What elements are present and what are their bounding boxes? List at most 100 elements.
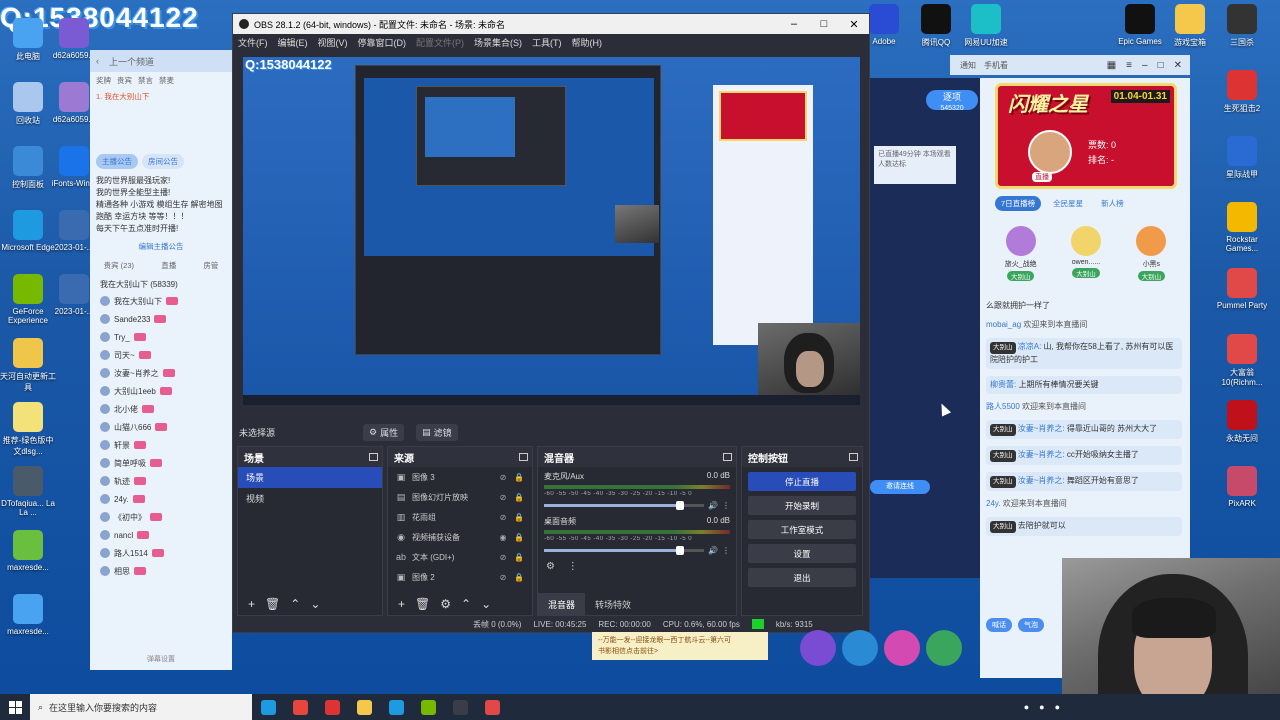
- source-item[interactable]: ▤ 图像幻灯片放映 ⊘ 🔒: [388, 487, 532, 507]
- tab-vip[interactable]: 贵宾 (23): [104, 260, 134, 271]
- viewer-row[interactable]: 北小佬: [90, 400, 232, 418]
- gift-item[interactable]: [926, 630, 962, 666]
- minimize-icon[interactable]: –: [1142, 60, 1148, 71]
- menu-icon[interactable]: ⋮: [722, 546, 730, 555]
- taskbar-app[interactable]: [412, 694, 444, 720]
- obs-minimize-icon[interactable]: –: [779, 18, 809, 31]
- viewer-row[interactable]: 山猫八666: [90, 418, 232, 436]
- desktop-icon[interactable]: Epic Games: [1112, 4, 1168, 46]
- volume-slider[interactable]: 🔊 ⋮: [544, 500, 730, 510]
- menu-icon[interactable]: ⋮: [722, 501, 730, 510]
- desktop-icon[interactable]: 推荐-绿色版中文dlsg...: [0, 402, 56, 457]
- gift-item[interactable]: [884, 630, 920, 666]
- scene-item[interactable]: 场景: [238, 467, 382, 488]
- podium-entry[interactable]: 小黑s 大别山: [1124, 226, 1178, 296]
- source-item[interactable]: ▣ 图像 3 ⊘ 🔒: [388, 467, 532, 487]
- eye-icon[interactable]: ⊘: [498, 473, 508, 482]
- bubble-button[interactable]: 气泡: [1018, 618, 1044, 632]
- trash-icon[interactable]: 🗑: [415, 597, 430, 611]
- source-item[interactable]: ▣ 图像 2 ⊘ 🔒: [388, 567, 532, 587]
- lock-icon[interactable]: 🔒: [514, 553, 524, 562]
- eye-icon[interactable]: ◉: [498, 533, 508, 542]
- viewer-row[interactable]: Sande233: [90, 310, 232, 328]
- viewer-row[interactable]: 轩景: [90, 436, 232, 454]
- popout-icon[interactable]: [723, 453, 732, 461]
- desktop-icon[interactable]: maxresde...: [0, 530, 56, 572]
- tab-room-notice[interactable]: 房间公告: [142, 154, 184, 169]
- taskbar-app[interactable]: [252, 694, 284, 720]
- lock-icon[interactable]: 🔒: [514, 473, 524, 482]
- desktop-icon[interactable]: Pummel Party: [1214, 268, 1270, 310]
- source-item[interactable]: ab 文本 (GDI+) ⊘ 🔒: [388, 547, 532, 567]
- tab-all-stars[interactable]: 全民星星: [1047, 196, 1089, 211]
- desktop-icon[interactable]: Rockstar Games...: [1214, 202, 1270, 253]
- properties-button[interactable]: ⚙ 属性: [363, 423, 405, 441]
- up-icon[interactable]: ⌃: [290, 597, 300, 611]
- desktop-icon[interactable]: PixARK: [1214, 466, 1270, 508]
- chat-user[interactable]: 汝妻~肖养之:: [1018, 476, 1065, 485]
- obs-menu-item[interactable]: 视图(V): [318, 36, 348, 49]
- viewer-row[interactable]: 简单呼吸: [90, 454, 232, 472]
- slider-knob[interactable]: [676, 545, 685, 555]
- invite-link-button[interactable]: 邀请连线: [870, 480, 930, 494]
- lock-icon[interactable]: 🔒: [514, 573, 524, 582]
- nav-vip[interactable]: 贵宾: [117, 75, 132, 86]
- mixer-menu-icon[interactable]: ⋮: [568, 561, 578, 572]
- up-icon[interactable]: ⌃: [461, 597, 471, 611]
- tray-icon[interactable]: ●: [1055, 702, 1060, 712]
- obs-menu-item[interactable]: 配置文件(P): [416, 36, 464, 49]
- chat-user[interactable]: 24y.: [986, 499, 1001, 508]
- chat-user[interactable]: 凉凉A:: [1018, 342, 1042, 351]
- desktop-icon[interactable]: maxresde...: [0, 594, 56, 636]
- volume-slider[interactable]: 🔊 ⋮: [544, 545, 730, 555]
- podium-entry[interactable]: owen...... 大别山: [1059, 226, 1113, 296]
- lock-icon[interactable]: 🔒: [514, 493, 524, 502]
- gift-item[interactable]: [800, 630, 836, 666]
- obs-maximize-icon[interactable]: □: [809, 18, 839, 31]
- back-icon[interactable]: ‹: [96, 56, 99, 66]
- popout-icon[interactable]: [519, 453, 528, 461]
- desktop-icon[interactable]: 腾讯QQ: [908, 4, 964, 48]
- settings-button[interactable]: 设置: [748, 544, 856, 563]
- eye-icon[interactable]: ⊘: [498, 553, 508, 562]
- viewer-row[interactable]: 汝妻~肖养之: [90, 364, 232, 382]
- obs-menu-item[interactable]: 工具(T): [532, 36, 562, 49]
- tray-icon[interactable]: ●: [1039, 702, 1044, 712]
- chat-user[interactable]: 汝妻~肖养之:: [1018, 450, 1065, 459]
- chat-user[interactable]: 汝妻~肖养之:: [1018, 424, 1065, 433]
- exit-button[interactable]: 退出: [748, 568, 856, 587]
- tab-anchor-notice[interactable]: 主播公告: [96, 154, 138, 169]
- danmu-settings-link[interactable]: 弹幕设置: [90, 654, 232, 664]
- desktop-icon[interactable]: 星际战甲: [1214, 136, 1270, 180]
- desktop-icon[interactable]: 三国杀: [1214, 4, 1270, 48]
- speaker-icon[interactable]: 🔊: [708, 546, 718, 555]
- follow-button[interactable]: 逐项 545320: [926, 90, 978, 112]
- maximize-icon[interactable]: □: [1158, 60, 1164, 71]
- desktop-icon[interactable]: 游戏宝箱: [1162, 4, 1218, 48]
- notify-button[interactable]: 通知: [960, 60, 976, 71]
- taskbar-app[interactable]: [348, 694, 380, 720]
- tray-icon[interactable]: ●: [1024, 702, 1029, 712]
- obs-menu-item[interactable]: 帮助(H): [572, 36, 603, 49]
- eye-icon[interactable]: ⊘: [498, 493, 508, 502]
- eye-icon[interactable]: ⊘: [498, 513, 508, 522]
- obs-menu-item[interactable]: 停靠窗口(D): [358, 36, 407, 49]
- start-record-button[interactable]: 开始录制: [748, 496, 856, 515]
- taskbar-search[interactable]: ⌕ 在这里输入你要搜索的内容: [30, 694, 252, 720]
- obs-menu-item[interactable]: 场景集合(S): [474, 36, 522, 49]
- tab-admin[interactable]: 房管: [203, 260, 218, 271]
- stop-stream-button[interactable]: 停止直播: [748, 472, 856, 491]
- source-item[interactable]: ▥ 花雨组 ⊘ 🔒: [388, 507, 532, 527]
- chat-user[interactable]: 路人5500: [986, 402, 1020, 411]
- taskbar-app[interactable]: [476, 694, 508, 720]
- tab-newbie-rank[interactable]: 新人榜: [1095, 196, 1130, 211]
- podium-entry[interactable]: 旅火_战绝 大别山: [994, 226, 1048, 296]
- tab-live[interactable]: 直播: [161, 260, 176, 271]
- tab-mixer[interactable]: 混音器: [538, 593, 586, 615]
- viewer-row[interactable]: 《初中》: [90, 508, 232, 526]
- tab-transitions[interactable]: 转场特效: [585, 593, 641, 615]
- grid-icon[interactable]: ▦: [1107, 60, 1116, 71]
- gift-item[interactable]: [842, 630, 878, 666]
- taskbar-app[interactable]: [380, 694, 412, 720]
- edit-notice-button[interactable]: 编辑主播公告: [90, 239, 232, 254]
